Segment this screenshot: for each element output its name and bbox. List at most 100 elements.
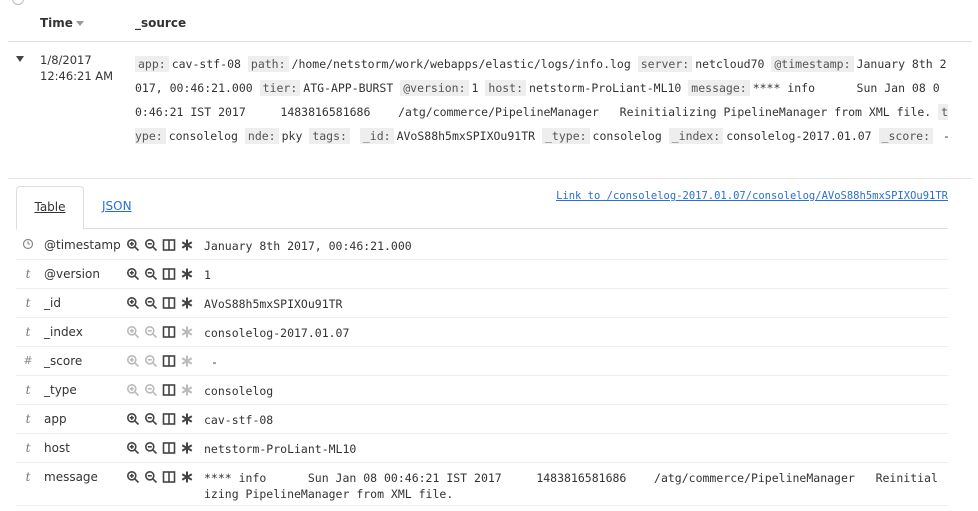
source-field-key: _type: — [542, 128, 590, 144]
field-actions — [126, 470, 196, 486]
field-row: t @version 1 — [16, 260, 948, 289]
field-value: AVoS88h5mxSPIXOu91TR — [204, 297, 343, 311]
columns-icon[interactable] — [162, 383, 176, 397]
zoom-in-icon[interactable] — [126, 296, 140, 310]
zoom-out-icon[interactable] — [144, 470, 158, 484]
asterisk-icon[interactable] — [180, 325, 194, 339]
doc-source-cell: app: cav-stf-08 path:/home/netstorm/work/… — [135, 52, 953, 148]
field-name: _index — [44, 325, 83, 339]
field-row: t host netstorm-ProLiant-ML10 — [16, 434, 948, 463]
source-field-value: pky — [281, 129, 303, 143]
zoom-in-icon[interactable] — [126, 412, 140, 426]
columns-icon[interactable] — [162, 325, 176, 339]
doc-time-cell: 1/8/2017 12:46:21 AM — [40, 52, 130, 84]
source-field-value: netcloud70 — [695, 57, 765, 71]
source-field-key: host: — [485, 80, 527, 96]
zoom-out-icon[interactable] — [144, 325, 158, 339]
source-field-value: AVoS88h5mxSPIXOu91TR — [396, 129, 536, 143]
zoom-out-icon[interactable] — [144, 383, 158, 397]
asterisk-icon[interactable] — [180, 267, 194, 281]
time-column-label: Time — [40, 16, 73, 30]
asterisk-icon[interactable] — [180, 238, 194, 252]
field-actions — [126, 325, 196, 341]
zoom-in-icon[interactable] — [126, 441, 140, 455]
field-row: t _type consolelog — [16, 376, 948, 405]
asterisk-icon[interactable] — [180, 383, 194, 397]
columns-icon[interactable] — [162, 354, 176, 368]
zoom-in-icon[interactable] — [126, 470, 140, 484]
asterisk-icon[interactable] — [180, 296, 194, 310]
source-field-key: path: — [247, 56, 289, 72]
asterisk-icon[interactable] — [180, 412, 194, 426]
columns-icon[interactable] — [162, 267, 176, 281]
source-field-key: server: — [637, 56, 693, 72]
string-type-icon: t — [25, 267, 31, 281]
collapse-caret-icon[interactable] — [16, 56, 24, 62]
string-type-icon: t — [25, 383, 31, 397]
asterisk-icon[interactable] — [180, 470, 194, 484]
field-actions — [126, 441, 196, 457]
source-field-value: consolelog — [592, 129, 662, 143]
zoom-out-icon[interactable] — [144, 441, 158, 455]
table-header: Time _source — [0, 0, 978, 42]
source-field-value: consolelog-2017.01.07 — [726, 129, 872, 143]
zoom-out-icon[interactable] — [144, 238, 158, 252]
field-value: - — [204, 355, 218, 369]
tab-table[interactable]: Table — [16, 186, 84, 230]
columns-icon[interactable] — [162, 296, 176, 310]
zoom-in-icon[interactable] — [126, 238, 140, 252]
string-type-icon: t — [25, 296, 31, 310]
field-row: t message **** info Sun Jan 08 00:46:21 IS… — [16, 463, 948, 506]
field-value: consolelog-2017.01.07 — [204, 326, 350, 340]
field-value: cav-stf-08 — [204, 413, 274, 427]
field-row: t _id AVoS88h5mxSPIXOu91TR — [16, 289, 948, 318]
header-divider — [8, 41, 972, 42]
doc-date: 1/8/2017 — [40, 53, 92, 67]
tab-json[interactable]: JSON — [102, 186, 132, 228]
field-row: t _index consolelog-2017.01.07 — [16, 318, 948, 347]
field-value: consolelog — [204, 384, 274, 398]
source-field-key: _id: — [359, 128, 394, 144]
zoom-out-icon[interactable] — [144, 267, 158, 281]
source-field-value: ATG-APP-BURST — [303, 81, 394, 95]
string-type-icon: t — [25, 325, 31, 339]
asterisk-icon[interactable] — [180, 354, 194, 368]
zoom-out-icon[interactable] — [144, 412, 158, 426]
zoom-in-icon[interactable] — [126, 325, 140, 339]
field-name: @timestamp — [44, 238, 121, 252]
field-actions — [126, 238, 196, 254]
detail-divider — [8, 178, 972, 179]
doc-time: 12:46:21 AM — [40, 69, 114, 83]
columns-icon[interactable] — [162, 441, 176, 455]
string-type-icon: t — [25, 441, 31, 455]
field-name: message — [44, 470, 98, 484]
zoom-out-icon[interactable] — [144, 354, 158, 368]
field-actions — [126, 412, 196, 428]
source-field-key: tier: — [259, 80, 301, 96]
asterisk-icon[interactable] — [180, 441, 194, 455]
field-name: app — [44, 412, 67, 426]
field-name: _type — [44, 383, 77, 397]
source-field-key: @timestamp: — [771, 56, 854, 72]
zoom-out-icon[interactable] — [144, 296, 158, 310]
source-field-key: tags: — [309, 128, 350, 144]
zoom-in-icon[interactable] — [126, 354, 140, 368]
tabs-underline — [16, 228, 948, 229]
document-link[interactable]: Link to /consolelog-2017.01.07/consolelo… — [556, 190, 948, 202]
sort-down-icon[interactable] — [75, 21, 84, 26]
time-column-header[interactable]: Time — [40, 16, 84, 30]
field-row: # _score - — [16, 347, 948, 376]
columns-icon[interactable] — [162, 238, 176, 252]
columns-icon[interactable] — [162, 470, 176, 484]
columns-icon[interactable] — [162, 412, 176, 426]
field-value: 1 — [204, 268, 211, 282]
field-table: @timestamp January 8th 2017, 00:46:21.000… — [16, 231, 948, 506]
zoom-in-icon[interactable] — [126, 383, 140, 397]
source-field-key: @version: — [400, 80, 469, 96]
field-actions — [126, 296, 196, 312]
string-type-icon: t — [25, 412, 31, 426]
field-actions — [126, 383, 196, 399]
number-type-icon: # — [23, 354, 33, 367]
zoom-in-icon[interactable] — [126, 267, 140, 281]
field-row: @timestamp January 8th 2017, 00:46:21.000 — [16, 231, 948, 260]
